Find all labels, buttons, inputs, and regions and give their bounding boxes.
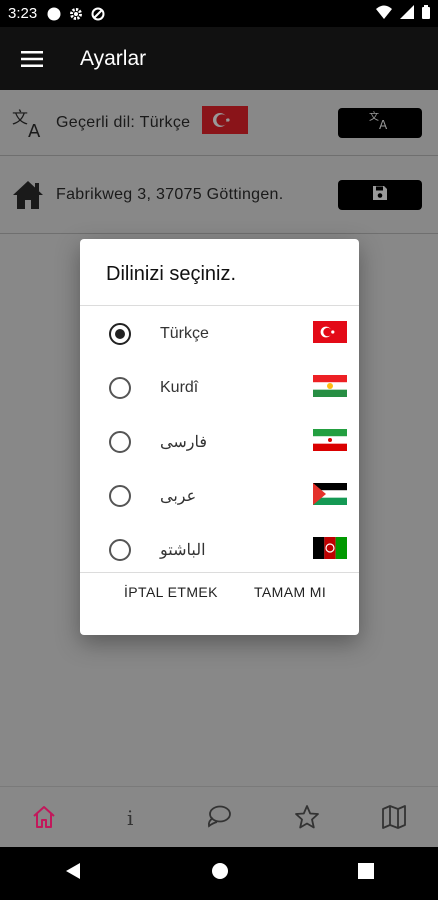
menu-icon[interactable] (0, 27, 64, 90)
ok-button[interactable]: TAMAM MI (254, 584, 326, 600)
current-language-text: Geçerli dil: Türkçe (56, 113, 191, 131)
language-option-turkish[interactable]: Türkçe (80, 307, 359, 361)
address-text: Fabrikweg 3, 37075 Göttingen. (56, 186, 284, 203)
wifi-icon (376, 5, 392, 23)
chat-icon[interactable] (194, 792, 244, 842)
circle-icon (47, 7, 61, 21)
star-icon[interactable] (282, 792, 332, 842)
svg-text:i: i (127, 806, 133, 830)
change-language-button[interactable]: 文A (338, 107, 422, 138)
cancel-button[interactable]: İPTAL ETMEK (124, 584, 218, 600)
radio-unselected[interactable] (109, 539, 131, 561)
home-icon (0, 179, 56, 211)
option-label: Kurdî (160, 379, 199, 396)
language-setting-row: 文 A Geçerli dil: Türkçe 文A (0, 90, 438, 156)
option-label: فارسی (160, 434, 207, 451)
option-label: عربى (160, 488, 197, 505)
address-setting-row: Fabrikweg 3, 37075 Göttingen. (0, 157, 438, 234)
save-icon (372, 185, 388, 206)
language-dialog: Dilinizi seçiniz. Türkçe Kurdî فارسی عرب… (80, 239, 359, 635)
palestine-flag-icon (313, 482, 347, 510)
system-navigation-bar (0, 847, 438, 900)
radio-unselected[interactable] (109, 431, 131, 453)
radio-selected[interactable] (109, 323, 131, 345)
language-option-pashto[interactable]: الباشتو (80, 523, 359, 577)
app-bar: Ayarlar (0, 27, 438, 90)
dialog-title: Dilinizi seçiniz. (106, 263, 237, 285)
svg-text:A: A (28, 121, 41, 139)
afghanistan-flag-icon (313, 536, 347, 564)
signal-icon (400, 4, 414, 23)
dialog-actions: İPTAL ETMEK TAMAM MI (80, 584, 359, 620)
svg-text:文: 文 (12, 108, 28, 127)
language-option-persian[interactable]: فارسی (80, 415, 359, 469)
option-label: Türkçe (160, 325, 209, 342)
radio-unselected[interactable] (109, 485, 131, 507)
radio-unselected[interactable] (109, 377, 131, 399)
page-title: Ayarlar (80, 46, 147, 70)
status-bar: 3:23 (0, 0, 438, 27)
home-button-icon[interactable] (211, 862, 229, 885)
turkey-flag-icon (202, 106, 249, 139)
data-saver-icon (91, 7, 105, 21)
language-option-kurdish[interactable]: Kurdî (80, 361, 359, 415)
map-icon[interactable] (369, 792, 419, 842)
svg-text:A: A (379, 118, 388, 130)
dialog-divider (80, 305, 359, 306)
translate-icon: 文A (369, 110, 391, 135)
back-icon[interactable] (64, 862, 82, 885)
iran-flag-icon (313, 428, 347, 456)
recents-icon[interactable] (357, 863, 374, 884)
home-icon[interactable] (19, 792, 69, 842)
save-address-button[interactable] (338, 180, 422, 210)
battery-icon (422, 4, 430, 23)
info-icon[interactable]: i (106, 792, 156, 842)
gear-icon (69, 7, 83, 21)
svg-text:文: 文 (369, 110, 379, 123)
turkey-flag-icon (313, 320, 347, 348)
translate-icon: 文 A (0, 107, 56, 139)
kurdistan-flag-icon (313, 374, 347, 402)
option-label: الباشتو (160, 542, 206, 559)
language-option-arabic[interactable]: عربى (80, 469, 359, 523)
status-time: 3:23 (8, 5, 38, 22)
dialog-divider (80, 572, 359, 573)
bottom-navigation: i (0, 786, 438, 847)
